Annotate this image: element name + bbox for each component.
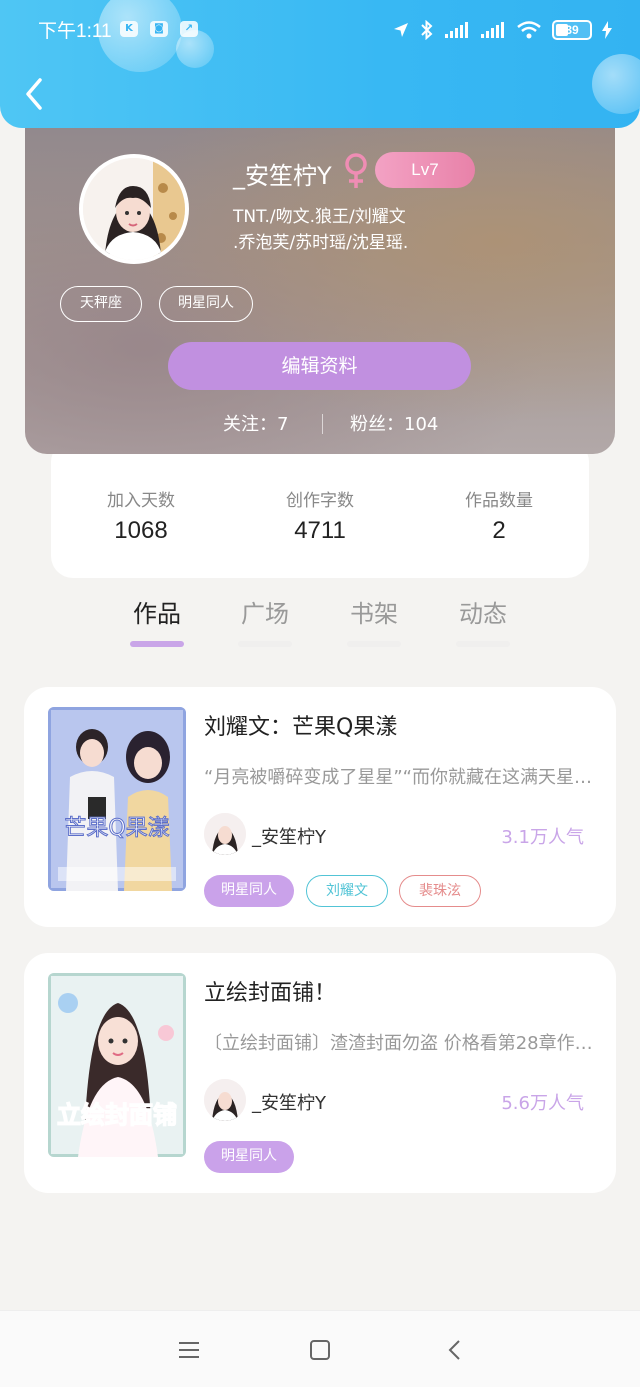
back-arrow-icon[interactable] (22, 76, 48, 112)
profile-username: _安笙柠Y (233, 162, 332, 190)
stat-label: 加入天数 (107, 491, 175, 511)
cover-title-art: 芒果Q果漾 (64, 816, 169, 841)
stat-join-days: 加入天数 1068 (51, 486, 231, 545)
tab-label: 作品 (133, 600, 181, 628)
stat-value: 4711 (294, 517, 346, 544)
battery-icon: 39 (552, 20, 592, 40)
system-nav-bar (0, 1310, 640, 1387)
stat-value: 2 (492, 517, 506, 544)
notification-icon: ◙ (150, 21, 168, 37)
work-author[interactable]: _安笙柠Y (252, 1089, 326, 1115)
work-cover-image[interactable]: 立绘封面铺 (48, 973, 186, 1157)
stat-word-count: 创作字数 4711 (230, 486, 410, 545)
tab-label: 书架 (350, 600, 398, 628)
work-description: “月亮被嚼碎变成了星星”“而你就藏在这满天星河里” (204, 767, 598, 788)
wifi-icon (517, 21, 541, 39)
author-avatar[interactable] (204, 1079, 246, 1121)
divider (322, 414, 323, 434)
top-header: 下午1:11 K ◙ ↗ 39 (0, 0, 640, 128)
tab-indicator (238, 641, 292, 647)
cover-title-art: 立绘封面铺 (57, 1101, 177, 1129)
tab-square[interactable]: 广场 (215, 594, 315, 647)
stat-value: 1068 (114, 517, 168, 544)
work-popularity: 3.1万人气 (501, 827, 584, 848)
tab-indicator (130, 641, 184, 647)
tab-label: 广场 (241, 600, 289, 628)
profile-bio: TNT./吻文.狼王/刘耀文 .乔泡芙/苏时瑶/沈星瑶. (233, 204, 463, 256)
status-bar: 下午1:11 K ◙ ↗ 39 (0, 14, 640, 44)
stats-panel: 加入天数 1068 创作字数 4711 作品数量 2 (51, 440, 589, 578)
stat-label: 作品数量 (465, 491, 533, 511)
profile-card: _安笙柠Y Lv7 TNT./吻文.狼王/刘耀文 .乔泡芙/苏时瑶/沈星瑶. 天… (25, 100, 615, 454)
work-cover-image[interactable]: 芒果Q果漾 (48, 707, 186, 891)
battery-level: 39 (565, 23, 579, 37)
work-tag[interactable]: 明星同人 (204, 875, 294, 907)
location-icon (394, 23, 408, 37)
bio-line: TNT./吻文.狼王/刘耀文 (233, 207, 406, 227)
work-tag[interactable]: 明星同人 (204, 1141, 294, 1173)
work-description: 〔立绘封面铺〕渣渣封面勿盗 价格看第28章作品说明 (204, 1033, 598, 1054)
profile-tag[interactable]: 天秤座 (60, 286, 142, 322)
tab-bookshelf[interactable]: 书架 (324, 594, 424, 647)
tab-indicator (347, 641, 401, 647)
following-count[interactable]: 关注：7 (223, 410, 288, 436)
work-title[interactable]: 刘耀文：芒果Q果漾 (204, 709, 397, 741)
work-author[interactable]: _安笙柠Y (252, 823, 326, 849)
tab-bar: 作品 广场 书架 动态 (0, 580, 640, 660)
bio-line: .乔泡芙/苏时瑶/沈星瑶. (233, 233, 409, 253)
tab-works[interactable]: 作品 (107, 594, 207, 647)
work-popularity: 5.6万人气 (501, 1093, 584, 1114)
author-avatar[interactable] (204, 813, 246, 855)
work-card[interactable]: 立绘封面铺 立绘封面铺！ 〔立绘封面铺〕渣渣封面勿盗 价格看第28章作品说明 _… (24, 953, 616, 1193)
level-badge: Lv7 (375, 152, 475, 188)
female-gender-icon (345, 153, 367, 188)
work-title[interactable]: 立绘封面铺！ (204, 975, 336, 1007)
bluetooth-icon (421, 20, 433, 40)
signal-icon (481, 22, 504, 38)
followers-count[interactable]: 粉丝：104 (350, 410, 438, 436)
status-time: 下午1:11 (38, 21, 112, 42)
decor-bubble (592, 54, 640, 114)
menu-icon[interactable] (174, 1335, 204, 1365)
avatar[interactable] (79, 154, 189, 264)
profile-tag[interactable]: 明星同人 (159, 286, 253, 322)
stat-label: 创作字数 (286, 491, 354, 511)
tab-label: 动态 (459, 600, 507, 628)
tab-activity[interactable]: 动态 (433, 594, 533, 647)
back-nav-icon[interactable] (440, 1335, 470, 1365)
work-tag[interactable]: 刘耀文 (306, 875, 388, 907)
work-card[interactable]: 芒果Q果漾 刘耀文：芒果Q果漾 “月亮被嚼碎变成了星星”“而你就藏在这满天星河里… (24, 687, 616, 927)
signal-icon (445, 22, 468, 38)
home-icon[interactable] (305, 1335, 335, 1365)
notification-icon: K (120, 21, 138, 37)
stat-works-count: 作品数量 2 (409, 486, 589, 545)
charging-icon (602, 21, 612, 39)
notification-icon: ↗ (180, 21, 198, 37)
tab-indicator (456, 641, 510, 647)
edit-profile-button[interactable]: 编辑资料 (168, 342, 471, 390)
work-tag[interactable]: 裴珠泫 (399, 875, 481, 907)
